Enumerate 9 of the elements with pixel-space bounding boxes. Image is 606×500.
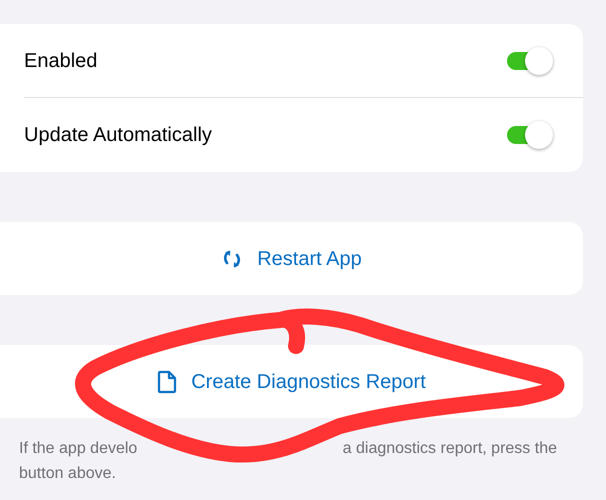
setting-label: Update Automatically	[24, 123, 212, 148]
document-icon	[157, 370, 178, 394]
footnote-text: If the app develo	[19, 439, 138, 459]
setting-label: Enabled	[24, 48, 98, 74]
footnote-text: button above.	[19, 465, 116, 482]
restart-button[interactable]: Restart App	[0, 222, 583, 295]
toggle-switch[interactable]	[505, 120, 555, 150]
toggle-switch[interactable]	[505, 46, 555, 76]
footnote-text: a diagnostics report, press the	[342, 439, 557, 459]
